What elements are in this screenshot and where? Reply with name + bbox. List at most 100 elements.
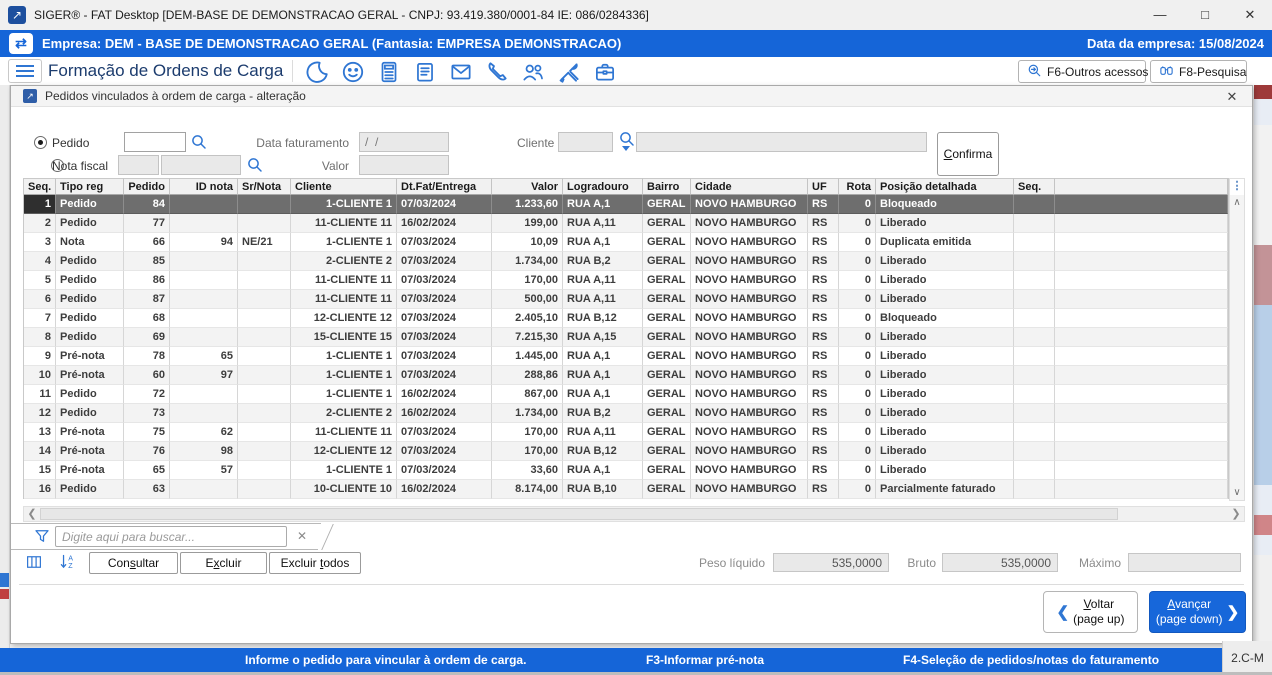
avancar-page-down-button[interactable]: Avançar (page down) ❯ [1149,591,1246,633]
briefcase-icon[interactable] [592,59,618,85]
calculator-icon[interactable] [376,59,402,85]
column-header[interactable]: UF [808,178,839,195]
table-cell: RUA A,11 [563,290,643,309]
grid-options-icon[interactable]: ⋮ [1230,179,1244,195]
table-row[interactable]: 7Pedido6812-CLIENTE 1207/03/20242.405,10… [24,309,1228,328]
table-row[interactable]: 13Pré-nota756211-CLIENTE 1107/03/2024170… [24,423,1228,442]
column-header[interactable]: Seq. [24,178,56,195]
f6-outros-acessos-button[interactable]: F6-Outros acessos [1018,60,1146,83]
table-row[interactable]: 16Pedido6310-CLIENTE 1016/02/20248.174,0… [24,480,1228,499]
filter-funnel-icon[interactable] [33,527,51,550]
confirma-button[interactable]: Confirma [937,132,999,176]
table-row[interactable]: 2Pedido7711-CLIENTE 1116/02/2024199,00RU… [24,214,1228,233]
table-cell [170,290,238,309]
column-chooser-icon[interactable] [25,553,43,576]
table-cell [1055,328,1228,347]
table-row[interactable]: 15Pré-nota65571-CLIENTE 107/03/202433,60… [24,461,1228,480]
table-cell: Liberado [876,328,1014,347]
search-input[interactable] [55,526,287,547]
table-cell [1055,480,1228,499]
excluir-button[interactable]: Excluir [180,552,267,574]
table-cell: NOVO HAMBURGO [691,423,808,442]
scroll-right-icon[interactable]: ❯ [1228,507,1244,521]
phone-icon[interactable] [484,59,510,85]
scroll-up-icon[interactable]: ∧ [1230,195,1244,210]
vertical-scrollbar[interactable]: ⋮ ∧ ∨ [1229,178,1245,501]
maximize-icon[interactable]: □ [1183,0,1227,30]
table-cell: 0 [839,385,876,404]
table-cell: 07/03/2024 [397,233,492,252]
tools-icon[interactable] [556,59,582,85]
minimize-icon[interactable]: — [1138,0,1182,30]
table-row[interactable]: 3Nota6694NE/211-CLIENTE 107/03/202410,09… [24,233,1228,252]
table-row[interactable]: 14Pré-nota769812-CLIENTE 1207/03/2024170… [24,442,1228,461]
scroll-left-icon[interactable]: ❮ [24,507,40,521]
table-cell: 288,86 [492,366,563,385]
table-row[interactable]: 9Pré-nota78651-CLIENTE 107/03/20241.445,… [24,347,1228,366]
excluir-todos-button[interactable]: Excluir todos [269,552,361,574]
table-cell: 4 [24,252,56,271]
close-icon[interactable]: ✕ [1228,0,1272,30]
column-header[interactable]: Pedido [124,178,170,195]
orders-table: Seq.Tipo regPedidoID notaSr/NotaClienteD… [23,178,1229,499]
table-cell: Pedido [56,290,124,309]
table-row[interactable]: 11Pedido721-CLIENTE 116/02/2024867,00RUA… [24,385,1228,404]
table-cell: RUA B,10 [563,480,643,499]
table-cell: RS [808,271,839,290]
dialog-close-icon[interactable]: ✕ [1222,86,1242,107]
column-header[interactable]: Seq. [1014,178,1055,195]
horizontal-scroll-thumb[interactable] [40,508,1118,520]
table-cell [238,366,291,385]
radio-pedido[interactable] [34,136,47,149]
moon-icon[interactable] [304,59,330,85]
table-row[interactable]: 6Pedido8711-CLIENTE 1107/03/2024500,00RU… [24,290,1228,309]
column-header[interactable]: Bairro [643,178,691,195]
table-cell: Pedido [56,328,124,347]
table-cell [170,328,238,347]
table-row[interactable]: 8Pedido6915-CLIENTE 1507/03/20247.215,30… [24,328,1228,347]
column-header[interactable]: Cliente [291,178,397,195]
table-row[interactable]: 4Pedido852-CLIENTE 207/03/20241.734,00RU… [24,252,1228,271]
table-row[interactable]: 12Pedido732-CLIENTE 216/02/20241.734,00R… [24,404,1228,423]
table-row[interactable]: 5Pedido8611-CLIENTE 1107/03/2024170,00RU… [24,271,1228,290]
column-header[interactable]: Valor [492,178,563,195]
table-row[interactable]: 10Pré-nota60971-CLIENTE 107/03/2024288,8… [24,366,1228,385]
consultar-button[interactable]: Consultar [89,552,178,574]
table-cell: 11-CLIENTE 11 [291,214,397,233]
table-cell: Liberado [876,271,1014,290]
column-header[interactable]: Logradouro [563,178,643,195]
menu-icon[interactable] [8,59,42,83]
mail-icon[interactable] [448,59,474,85]
pedido-input[interactable] [124,132,186,152]
table-cell: 170,00 [492,442,563,461]
column-header[interactable]: ID nota [170,178,238,195]
voltar-page-up-button[interactable]: ❮ Voltar (page up) [1043,591,1138,633]
table-cell: 07/03/2024 [397,290,492,309]
f8-pesquisa-button[interactable]: F8-Pesquisa [1150,60,1247,83]
notepad-icon[interactable] [412,59,438,85]
table-cell: RUA A,1 [563,347,643,366]
table-row[interactable]: 1Pedido841-CLIENTE 107/03/20241.233,60RU… [24,195,1228,214]
cliente-dropdown-caret-icon[interactable] [622,146,630,151]
table-cell: 0 [839,233,876,252]
switch-company-icon[interactable]: ⇄ [9,33,33,54]
sort-az-icon[interactable]: AZ [58,552,77,576]
table-cell [1055,214,1228,233]
column-header[interactable]: Dt.Fat/Entrega [397,178,492,195]
column-header[interactable]: Posição detalhada [876,178,1014,195]
horizontal-scrollbar[interactable]: ❮ ❯ [23,506,1245,522]
table-cell: NOVO HAMBURGO [691,442,808,461]
column-header[interactable]: Tipo reg [56,178,124,195]
column-header[interactable]: Cidade [691,178,808,195]
table-cell: 6 [24,290,56,309]
table-cell: NOVO HAMBURGO [691,480,808,499]
table-cell: 7.215,30 [492,328,563,347]
table-cell [1014,328,1055,347]
table-header-row: Seq.Tipo regPedidoID notaSr/NotaClienteD… [24,178,1228,195]
chat-face-icon[interactable] [340,59,366,85]
search-clear-icon[interactable]: ✕ [294,526,310,547]
users-icon[interactable] [520,59,546,85]
scroll-down-icon[interactable]: ∨ [1230,485,1244,500]
column-header[interactable]: Rota [839,178,876,195]
column-header[interactable]: Sr/Nota [238,178,291,195]
